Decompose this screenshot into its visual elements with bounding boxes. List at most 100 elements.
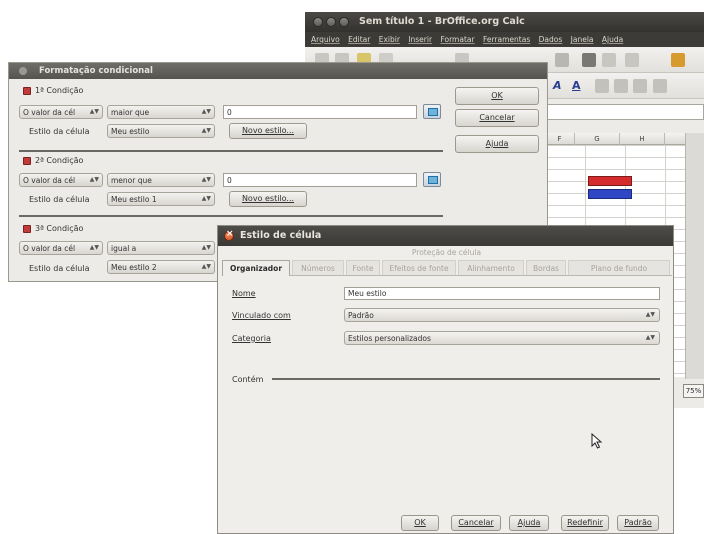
- linked-select[interactable]: Padrão ▲▼: [344, 308, 660, 322]
- tab-numeros[interactable]: Números: [292, 260, 344, 275]
- menu-ferramentas[interactable]: Ferramentas: [483, 32, 530, 44]
- align-center-icon[interactable]: [614, 79, 628, 93]
- clone-format-icon[interactable]: [671, 53, 685, 67]
- tab-fonte[interactable]: Fonte: [346, 260, 380, 275]
- cut-icon[interactable]: [582, 53, 596, 67]
- shrink-icon[interactable]: [423, 104, 441, 119]
- separator: [19, 150, 443, 152]
- spin-arrows-icon: ▲▼: [89, 244, 99, 251]
- column-header-h[interactable]: H: [620, 133, 665, 145]
- italic-icon[interactable]: A: [553, 79, 567, 93]
- select-value: maior que: [111, 108, 150, 117]
- tab-plano-de-fundo[interactable]: Plano de fundo: [568, 260, 670, 275]
- category-select[interactable]: Estilos personalizados ▲▼: [344, 331, 660, 345]
- tab-alinhamento[interactable]: Alinhamento: [458, 260, 524, 275]
- button-label: OK: [414, 518, 426, 527]
- ok-button[interactable]: OK: [401, 515, 439, 531]
- help-button[interactable]: Ajuda: [509, 515, 549, 531]
- menu-editar[interactable]: Editar: [348, 32, 370, 44]
- close-window-button[interactable]: [313, 17, 323, 27]
- column-header-f[interactable]: F: [545, 133, 575, 145]
- condition-3-style-select[interactable]: Meu estilo 2 ▲▼: [107, 260, 215, 274]
- button-label: Ajuda: [485, 139, 509, 148]
- condition-3-checkbox[interactable]: [23, 225, 31, 233]
- calc-menubar: Arquivo Editar Exibir Inserir Formatar F…: [305, 32, 704, 47]
- dialog-title: Estilo de célula: [240, 230, 322, 241]
- button-label: Novo estilo...: [241, 126, 295, 135]
- button-label: Cancelar: [458, 518, 494, 527]
- tab-organizador[interactable]: Organizador: [222, 260, 290, 276]
- dialog-titlebar[interactable]: Formatação condicional: [9, 63, 547, 79]
- paintbrush-icon[interactable]: [555, 53, 569, 67]
- cancel-button[interactable]: Cancelar: [455, 109, 539, 127]
- button-label: Padrão: [624, 518, 652, 527]
- formula-bar[interactable]: [545, 104, 704, 120]
- tab-protecao[interactable]: Proteção de célula: [412, 248, 481, 257]
- align-right-icon[interactable]: [633, 79, 647, 93]
- condition-3-operator-select[interactable]: igual a ▲▼: [107, 241, 215, 255]
- button-label: Cancelar: [479, 113, 515, 122]
- spin-arrows-icon: ▲▼: [201, 244, 211, 251]
- column-header-g[interactable]: G: [575, 133, 620, 145]
- help-button[interactable]: Ajuda: [455, 135, 539, 153]
- column-headers: F G H: [545, 133, 704, 145]
- minimize-window-button[interactable]: [326, 17, 336, 27]
- dialog-titlebar[interactable]: Estilo de célula: [218, 226, 673, 246]
- maximize-window-button[interactable]: [339, 17, 349, 27]
- paste-icon[interactable]: [625, 53, 639, 67]
- condition-2-style-select[interactable]: Meu estilo 1 ▲▼: [107, 192, 215, 206]
- tab-row: Organizador Números Fonte Efeitos de fon…: [222, 260, 672, 276]
- condition-1-checkbox[interactable]: [23, 87, 31, 95]
- condition-2-operator-select[interactable]: menor que ▲▼: [107, 173, 215, 187]
- condition-1-value-input[interactable]: 0: [223, 105, 417, 119]
- shrink-icon[interactable]: [423, 172, 441, 187]
- ok-button[interactable]: OK: [455, 87, 539, 105]
- vertical-scrollbar[interactable]: [685, 133, 704, 379]
- tab-bordas[interactable]: Bordas: [526, 260, 566, 275]
- condition-2-checkbox[interactable]: [23, 157, 31, 165]
- name-input[interactable]: Meu estilo: [344, 287, 660, 300]
- category-label: Categoria: [232, 334, 271, 343]
- calc-window-title: Sem título 1 - BrOffice.org Calc: [359, 16, 525, 27]
- select-value: igual a: [111, 244, 137, 253]
- align-left-icon[interactable]: [595, 79, 609, 93]
- condition-2-value-input[interactable]: 0: [223, 173, 417, 187]
- dialog-menu-icon[interactable]: [19, 67, 27, 75]
- underline-icon[interactable]: A: [572, 79, 586, 93]
- menu-formatar[interactable]: Formatar: [440, 32, 474, 44]
- default-button[interactable]: Padrão: [617, 515, 659, 531]
- select-value: O valor da cél: [23, 176, 76, 185]
- linked-label: Vinculado com: [232, 311, 291, 320]
- menu-janela[interactable]: Janela: [571, 32, 594, 44]
- menu-dados[interactable]: Dados: [539, 32, 563, 44]
- copy-icon[interactable]: [602, 53, 616, 67]
- condition-1-source-select[interactable]: O valor da cél ▲▼: [19, 105, 103, 119]
- zoom-level[interactable]: 75%: [683, 384, 704, 398]
- menu-arquivo[interactable]: Arquivo: [311, 32, 340, 44]
- formatted-cell-red[interactable]: [588, 176, 632, 186]
- button-label: Ajuda: [517, 518, 541, 527]
- condition-1-new-style-button[interactable]: Novo estilo...: [229, 123, 307, 139]
- condition-2-new-style-button[interactable]: Novo estilo...: [229, 191, 307, 207]
- button-label: OK: [491, 91, 503, 100]
- condition-1-style-label: Estilo da célula: [29, 127, 90, 136]
- spin-arrows-icon: ▲▼: [645, 311, 655, 318]
- condition-3-source-select[interactable]: O valor da cél ▲▼: [19, 241, 103, 255]
- condition-2-source-select[interactable]: O valor da cél ▲▼: [19, 173, 103, 187]
- spin-arrows-icon: ▲▼: [201, 127, 211, 134]
- cancel-button[interactable]: Cancelar: [451, 515, 501, 531]
- spin-arrows-icon: ▲▼: [201, 176, 211, 183]
- select-value: O valor da cél: [23, 108, 76, 117]
- menu-inserir[interactable]: Inserir: [408, 32, 432, 44]
- close-icon[interactable]: [224, 229, 234, 241]
- justify-icon[interactable]: [653, 79, 667, 93]
- condition-1-style-select[interactable]: Meu estilo ▲▼: [107, 124, 215, 138]
- condition-1-operator-select[interactable]: maior que ▲▼: [107, 105, 215, 119]
- dialog-title: Formatação condicional: [39, 66, 153, 76]
- formatted-cell-blue[interactable]: [588, 189, 632, 199]
- calc-titlebar[interactable]: Sem título 1 - BrOffice.org Calc: [305, 12, 704, 32]
- menu-ajuda[interactable]: Ajuda: [602, 32, 623, 44]
- menu-exibir[interactable]: Exibir: [379, 32, 400, 44]
- tab-efeitos-fonte[interactable]: Efeitos de fonte: [382, 260, 456, 275]
- reset-button[interactable]: Redefinir: [561, 515, 609, 531]
